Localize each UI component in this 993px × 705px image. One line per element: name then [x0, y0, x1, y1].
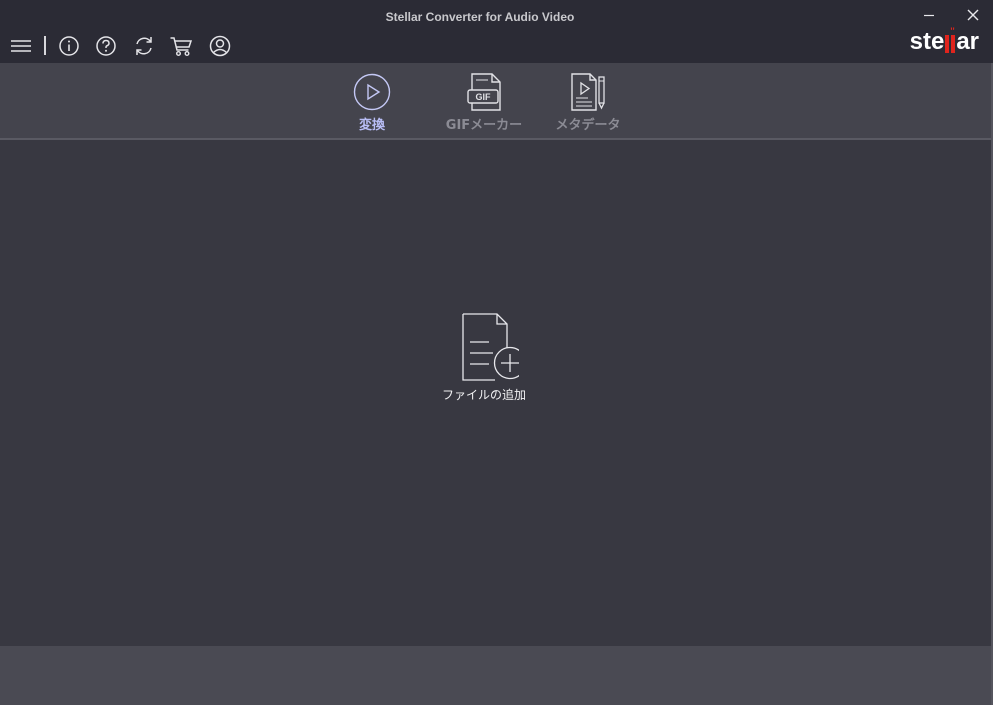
title-bar: Stellar Converter for Audio Video ste ''… — [0, 0, 993, 63]
metadata-edit-icon — [571, 73, 605, 111]
tab-metadata-label: メタデータ — [555, 118, 621, 133]
add-file-button[interactable]: ファイルの追加 — [433, 312, 535, 403]
help-button[interactable] — [94, 34, 118, 58]
toolbar-separator — [44, 36, 46, 55]
account-button[interactable] — [208, 34, 232, 58]
play-circle-icon — [353, 73, 391, 111]
help-icon — [96, 36, 116, 56]
tab-convert[interactable]: 変換 — [348, 73, 396, 133]
minimize-button[interactable] — [916, 6, 942, 24]
minimize-icon — [924, 14, 934, 17]
add-file-label: ファイルの追加 — [441, 388, 526, 402]
menu-icon — [11, 40, 31, 52]
tab-metadata[interactable]: メタデータ — [554, 73, 622, 133]
add-file-icon — [462, 313, 519, 381]
account-icon — [209, 35, 231, 57]
cart-button[interactable] — [169, 34, 193, 58]
gif-file-icon: GIF — [467, 73, 501, 111]
info-icon — [59, 36, 79, 56]
tab-convert-label: 変換 — [358, 118, 385, 133]
menu-button[interactable] — [9, 34, 33, 58]
refresh-icon — [136, 37, 152, 55]
info-button[interactable] — [57, 34, 81, 58]
logo-ll-mark: '' — [945, 27, 956, 53]
refresh-button[interactable] — [132, 34, 156, 58]
close-icon — [967, 9, 979, 21]
tab-gif-maker[interactable]: GIF GIFメーカー — [443, 73, 525, 133]
stellar-logo: ste '' ar — [909, 26, 979, 56]
tab-gif-maker-label: GIFメーカー — [445, 118, 523, 133]
window-title: Stellar Converter for Audio Video — [385, 10, 575, 24]
cart-icon — [170, 37, 193, 57]
footer-bar — [0, 646, 993, 705]
gif-icon-text: GIF — [476, 92, 492, 102]
close-button[interactable] — [960, 6, 986, 24]
